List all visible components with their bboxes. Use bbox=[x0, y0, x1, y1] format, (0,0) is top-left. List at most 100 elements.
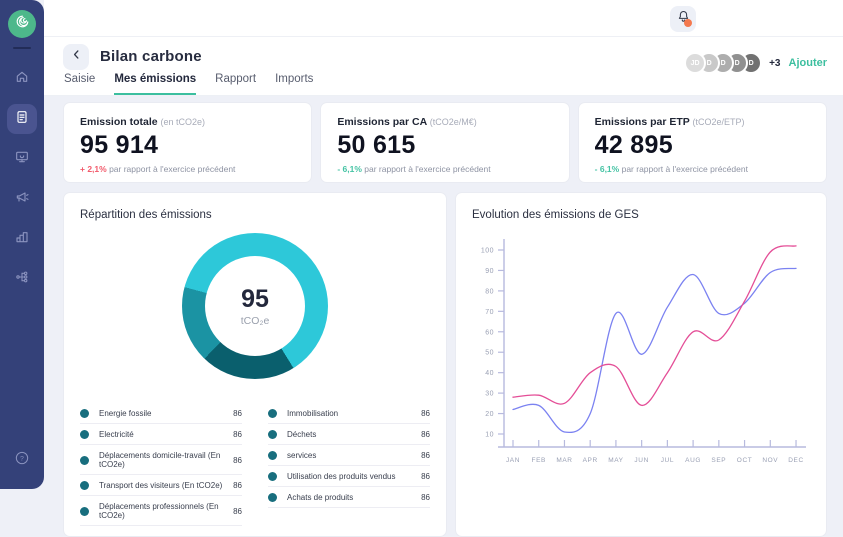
legend-label: services bbox=[287, 451, 421, 460]
sidebar-item-network[interactable] bbox=[7, 264, 37, 294]
svg-text:90: 90 bbox=[485, 268, 494, 275]
legend-label: Energie fossile bbox=[99, 409, 233, 418]
legend-value: 86 bbox=[421, 430, 430, 439]
svg-text:AUG: AUG bbox=[685, 457, 701, 464]
legend-value: 86 bbox=[233, 430, 242, 439]
legend-label: Electricité bbox=[99, 430, 233, 439]
home-icon bbox=[14, 69, 30, 90]
notifications-button[interactable] bbox=[670, 6, 696, 32]
svg-text:JUN: JUN bbox=[634, 457, 648, 464]
legend-column: Immobilisation86Déchets86services86Utili… bbox=[268, 403, 430, 526]
sidebar-item-analytics[interactable] bbox=[7, 224, 37, 254]
svg-text:20: 20 bbox=[485, 411, 494, 418]
tab-mes-missions[interactable]: Mes émissions bbox=[114, 73, 196, 95]
donut-chart-title: Répartition des émissions bbox=[80, 209, 430, 221]
legend-dot-icon bbox=[80, 409, 89, 418]
legend-row: Energie fossile86 bbox=[80, 403, 242, 424]
svg-text:JUL: JUL bbox=[661, 457, 674, 464]
avatar-more-count: +3 bbox=[769, 58, 780, 69]
chevron-left-icon bbox=[70, 48, 83, 66]
app-logo[interactable] bbox=[8, 10, 36, 38]
kpi-delta: - 6,1% par rapport à l'exercice précéden… bbox=[595, 164, 810, 174]
add-collaborator-button[interactable]: Ajouter bbox=[789, 57, 828, 69]
tab-saisie[interactable]: Saisie bbox=[64, 73, 95, 95]
tab-rapport[interactable]: Rapport bbox=[215, 73, 256, 95]
legend-dot-icon bbox=[268, 409, 277, 418]
avatar-group: JDDDDD bbox=[684, 52, 762, 74]
tab-imports[interactable]: Imports bbox=[275, 73, 313, 95]
legend-dot-icon bbox=[268, 493, 277, 502]
back-button[interactable] bbox=[63, 44, 89, 70]
svg-text:40: 40 bbox=[485, 370, 494, 377]
kpi-title: Emissions par ETP bbox=[595, 116, 693, 128]
sidebar-divider bbox=[13, 47, 31, 49]
donut-chart-card: Répartition des émissions 95 tCO₂e Energ… bbox=[63, 192, 447, 537]
legend-dot-icon bbox=[80, 430, 89, 439]
page-title: Bilan carbone bbox=[100, 48, 202, 65]
kpi-value: 42 895 bbox=[595, 131, 810, 160]
line-chart-title: Evolution des émissions de GES bbox=[472, 209, 810, 221]
kpi-value: 50 615 bbox=[337, 131, 552, 160]
series-pink bbox=[513, 246, 796, 406]
legend-value: 86 bbox=[421, 472, 430, 481]
kpi-row: Emission totale (en tCO2e)95 914+ 2,1% p… bbox=[63, 102, 827, 183]
line-chart-card: Evolution des émissions de GES 10 20 30 40 5… bbox=[455, 192, 827, 537]
collaborators: JDDDDD +3 Ajouter bbox=[684, 52, 827, 74]
series-blue bbox=[513, 268, 796, 432]
legend-dot-icon bbox=[80, 456, 89, 465]
kpi-value: 95 914 bbox=[80, 131, 295, 160]
sidebar-item-help[interactable]: ? bbox=[7, 445, 37, 475]
line-chart-svg: 102030405060708090100JANFEBMARAPRMAYJUNJ… bbox=[472, 231, 812, 476]
sidebar-item-presentation[interactable] bbox=[7, 144, 37, 174]
svg-text:FEB: FEB bbox=[532, 457, 546, 464]
notification-badge bbox=[684, 19, 692, 27]
kpi-card: Emissions par ETP (tCO2e/ETP) 42 895 - 6,1… bbox=[578, 102, 827, 183]
legend-value: 86 bbox=[233, 456, 242, 465]
legend-row: Transport des visiteurs (En tCO2e)86 bbox=[80, 475, 242, 496]
spiral-logo-icon bbox=[14, 13, 31, 35]
svg-text:SEP: SEP bbox=[711, 457, 726, 464]
sidebar-item-documents[interactable] bbox=[7, 104, 37, 134]
legend-label: Immobilisation bbox=[287, 409, 421, 418]
svg-text:DEC: DEC bbox=[788, 457, 804, 464]
legend-value: 86 bbox=[421, 409, 430, 418]
svg-text:10: 10 bbox=[485, 432, 494, 439]
legend-row: services86 bbox=[268, 445, 430, 466]
legend-value: 86 bbox=[233, 507, 242, 516]
svg-text:NOV: NOV bbox=[762, 457, 778, 464]
donut-legend: Energie fossile86Electricité86Déplacemen… bbox=[80, 403, 430, 526]
sidebar-item-announcements[interactable] bbox=[7, 184, 37, 214]
kpi-unit: (tCO2e/ETP) bbox=[693, 117, 745, 127]
help-icon: ? bbox=[14, 450, 30, 471]
svg-text:80: 80 bbox=[485, 288, 494, 295]
donut-chart: 95 tCO₂e bbox=[182, 233, 328, 379]
legend-dot-icon bbox=[268, 430, 277, 439]
svg-text:?: ? bbox=[20, 455, 24, 462]
legend-dot-icon bbox=[80, 507, 89, 516]
legend-value: 86 bbox=[421, 493, 430, 502]
svg-text:60: 60 bbox=[485, 329, 494, 336]
svg-text:50: 50 bbox=[485, 350, 494, 357]
legend-dot-icon bbox=[268, 451, 277, 460]
svg-text:MAR: MAR bbox=[556, 457, 572, 464]
document-icon bbox=[14, 109, 30, 130]
svg-text:APR: APR bbox=[583, 457, 598, 464]
svg-text:30: 30 bbox=[485, 391, 494, 398]
sidebar-item-home[interactable] bbox=[7, 64, 37, 94]
legend-label: Déplacements professionnels (En tCO2e) bbox=[99, 502, 233, 520]
topbar bbox=[44, 0, 843, 37]
org-chart-icon bbox=[14, 269, 30, 290]
legend-label: Déchets bbox=[287, 430, 421, 439]
svg-text:JAN: JAN bbox=[506, 457, 520, 464]
legend-value: 86 bbox=[421, 451, 430, 460]
page-header: Bilan carbone JDDDDD +3 Ajouter Saisie Me… bbox=[44, 37, 843, 96]
legend-row: Electricité86 bbox=[80, 424, 242, 445]
legend-label: Déplacements domicile-travail (En tCO2e) bbox=[99, 451, 233, 469]
legend-row: Déplacements domicile-travail (En tCO2e)… bbox=[80, 445, 242, 475]
donut-center: 95 tCO₂e bbox=[205, 256, 305, 356]
kpi-card: Emissions par CA (tCO2e/M€)50 615- 6,1% … bbox=[320, 102, 569, 183]
legend-label: Achats de produits bbox=[287, 493, 421, 502]
svg-text:70: 70 bbox=[485, 309, 494, 316]
legend-row: Déchets86 bbox=[268, 424, 430, 445]
avatar[interactable]: JD bbox=[684, 52, 706, 74]
